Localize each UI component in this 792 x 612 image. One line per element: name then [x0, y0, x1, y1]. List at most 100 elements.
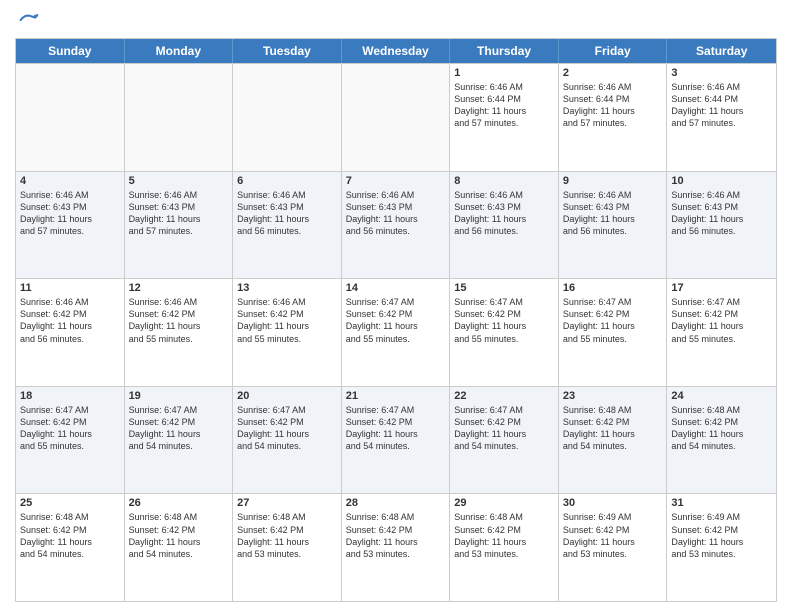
calendar-cell-day-27: 27 Sunrise: 6:48 AM Sunset: 6:42 PM Dayli…: [233, 494, 342, 601]
weekday-header-thursday: Thursday: [450, 39, 559, 63]
calendar-cell-day-22: 22 Sunrise: 6:47 AM Sunset: 6:42 PM Dayli…: [450, 387, 559, 494]
calendar-cell-day-9: 9Sunrise: 6:46 AM Sunset: 6:43 PM Daylig…: [559, 172, 668, 279]
day-number: 14: [346, 282, 446, 294]
cell-info: Sunrise: 6:46 AM Sunset: 6:42 PM Dayligh…: [129, 296, 229, 345]
cell-info: Sunrise: 6:47 AM Sunset: 6:42 PM Dayligh…: [237, 404, 337, 453]
calendar-cell-day-21: 21Sunrise: 6:47 AM Sunset: 6:42 PM Dayli…: [342, 387, 451, 494]
day-number: 11: [20, 282, 120, 294]
day-number: 8: [454, 175, 554, 187]
day-number: 4: [20, 175, 120, 187]
calendar-cell-day-19: 19Sunrise: 6:47 AM Sunset: 6:42 PM Dayli…: [125, 387, 234, 494]
day-number: 29: [454, 497, 554, 509]
calendar-cell-day-30: 30Sunrise: 6:49 AM Sunset: 6:42 PM Dayli…: [559, 494, 668, 601]
calendar-row: 18 Sunrise: 6:47 AM Sunset: 6:42 PM Dayli…: [16, 386, 776, 494]
calendar-cell-day-14: 14 Sunrise: 6:47 AM Sunset: 6:42 PM Dayli…: [342, 279, 451, 386]
day-number: 28: [346, 497, 446, 509]
day-number: 21: [346, 390, 446, 402]
cell-info: Sunrise: 6:47 AM Sunset: 6:42 PM Dayligh…: [454, 404, 554, 453]
logo-icon: [19, 10, 39, 30]
calendar-cell-day-25: 25 Sunrise: 6:48 AM Sunset: 6:42 PM Dayli…: [16, 494, 125, 601]
cell-info: Sunrise: 6:47 AM Sunset: 6:42 PM Dayligh…: [346, 296, 446, 345]
calendar-row: 1 Sunrise: 6:46 AM Sunset: 6:44 PM Daylig…: [16, 63, 776, 171]
cell-info: Sunrise: 6:46 AM Sunset: 6:43 PM Dayligh…: [20, 189, 120, 238]
cell-info: Sunrise: 6:46 AM Sunset: 6:43 PM Dayligh…: [563, 189, 663, 238]
day-number: 6: [237, 175, 337, 187]
cell-info: Sunrise: 6:46 AM Sunset: 6:44 PM Dayligh…: [671, 81, 772, 130]
logo: [15, 10, 41, 30]
calendar-row: 4 Sunrise: 6:46 AM Sunset: 6:43 PM Daylig…: [16, 171, 776, 279]
cell-info: Sunrise: 6:47 AM Sunset: 6:42 PM Dayligh…: [20, 404, 120, 453]
weekday-header-friday: Friday: [559, 39, 668, 63]
cell-info: Sunrise: 6:47 AM Sunset: 6:42 PM Dayligh…: [563, 296, 663, 345]
calendar-cell-day-16: 16 Sunrise: 6:47 AM Sunset: 6:42 PM Dayli…: [559, 279, 668, 386]
weekday-header-tuesday: Tuesday: [233, 39, 342, 63]
cell-info: Sunrise: 6:47 AM Sunset: 6:42 PM Dayligh…: [671, 296, 772, 345]
cell-info: Sunrise: 6:48 AM Sunset: 6:42 PM Dayligh…: [454, 511, 554, 560]
calendar-cell-day-10: 10 Sunrise: 6:46 AM Sunset: 6:43 PM Dayli…: [667, 172, 776, 279]
calendar-cell-day-17: 17 Sunrise: 6:47 AM Sunset: 6:42 PM Dayli…: [667, 279, 776, 386]
day-number: 16: [563, 282, 663, 294]
day-number: 18: [20, 390, 120, 402]
weekday-header-sunday: Sunday: [16, 39, 125, 63]
cell-info: Sunrise: 6:46 AM Sunset: 6:42 PM Dayligh…: [20, 296, 120, 345]
calendar-cell-day-31: 31 Sunrise: 6:49 AM Sunset: 6:42 PM Dayli…: [667, 494, 776, 601]
weekday-header-monday: Monday: [125, 39, 234, 63]
weekday-header-wednesday: Wednesday: [342, 39, 451, 63]
calendar-cell-day-5: 5 Sunrise: 6:46 AM Sunset: 6:43 PM Daylig…: [125, 172, 234, 279]
day-number: 3: [671, 67, 772, 79]
cell-info: Sunrise: 6:48 AM Sunset: 6:42 PM Dayligh…: [20, 511, 120, 560]
calendar-cell-day-23: 23Sunrise: 6:48 AM Sunset: 6:42 PM Dayli…: [559, 387, 668, 494]
calendar-cell-empty: [342, 64, 451, 171]
day-number: 2: [563, 67, 663, 79]
cell-info: Sunrise: 6:46 AM Sunset: 6:42 PM Dayligh…: [237, 296, 337, 345]
calendar-cell-day-3: 3 Sunrise: 6:46 AM Sunset: 6:44 PM Daylig…: [667, 64, 776, 171]
calendar-cell-day-4: 4 Sunrise: 6:46 AM Sunset: 6:43 PM Daylig…: [16, 172, 125, 279]
cell-info: Sunrise: 6:47 AM Sunset: 6:42 PM Dayligh…: [129, 404, 229, 453]
day-number: 30: [563, 497, 663, 509]
calendar-row: 11 Sunrise: 6:46 AM Sunset: 6:42 PM Dayli…: [16, 278, 776, 386]
cell-info: Sunrise: 6:48 AM Sunset: 6:42 PM Dayligh…: [563, 404, 663, 453]
cell-info: Sunrise: 6:46 AM Sunset: 6:43 PM Dayligh…: [237, 189, 337, 238]
calendar-cell-day-29: 29 Sunrise: 6:48 AM Sunset: 6:42 PM Dayli…: [450, 494, 559, 601]
day-number: 20: [237, 390, 337, 402]
day-number: 1: [454, 67, 554, 79]
day-number: 26: [129, 497, 229, 509]
calendar-cell-day-24: 24 Sunrise: 6:48 AM Sunset: 6:42 PM Dayli…: [667, 387, 776, 494]
cell-info: Sunrise: 6:46 AM Sunset: 6:43 PM Dayligh…: [671, 189, 772, 238]
calendar-header: SundayMondayTuesdayWednesdayThursdayFrid…: [16, 39, 776, 63]
cell-info: Sunrise: 6:48 AM Sunset: 6:42 PM Dayligh…: [671, 404, 772, 453]
day-number: 5: [129, 175, 229, 187]
calendar-cell-day-6: 6 Sunrise: 6:46 AM Sunset: 6:43 PM Daylig…: [233, 172, 342, 279]
calendar-body: 1 Sunrise: 6:46 AM Sunset: 6:44 PM Daylig…: [16, 63, 776, 601]
page-header: [15, 10, 777, 30]
day-number: 24: [671, 390, 772, 402]
cell-info: Sunrise: 6:47 AM Sunset: 6:42 PM Dayligh…: [454, 296, 554, 345]
day-number: 31: [671, 497, 772, 509]
calendar-cell-day-20: 20 Sunrise: 6:47 AM Sunset: 6:42 PM Dayli…: [233, 387, 342, 494]
day-number: 10: [671, 175, 772, 187]
calendar-cell-day-18: 18 Sunrise: 6:47 AM Sunset: 6:42 PM Dayli…: [16, 387, 125, 494]
calendar-cell-day-13: 13 Sunrise: 6:46 AM Sunset: 6:42 PM Dayli…: [233, 279, 342, 386]
calendar-row: 25 Sunrise: 6:48 AM Sunset: 6:42 PM Dayli…: [16, 493, 776, 601]
weekday-header-saturday: Saturday: [667, 39, 776, 63]
cell-info: Sunrise: 6:48 AM Sunset: 6:42 PM Dayligh…: [346, 511, 446, 560]
day-number: 22: [454, 390, 554, 402]
calendar-cell-day-7: 7 Sunrise: 6:46 AM Sunset: 6:43 PM Daylig…: [342, 172, 451, 279]
calendar-cell-day-2: 2Sunrise: 6:46 AM Sunset: 6:44 PM Daylig…: [559, 64, 668, 171]
calendar-cell-day-12: 12Sunrise: 6:46 AM Sunset: 6:42 PM Dayli…: [125, 279, 234, 386]
calendar-cell-empty: [233, 64, 342, 171]
cell-info: Sunrise: 6:48 AM Sunset: 6:42 PM Dayligh…: [129, 511, 229, 560]
day-number: 27: [237, 497, 337, 509]
calendar-cell-day-28: 28 Sunrise: 6:48 AM Sunset: 6:42 PM Dayli…: [342, 494, 451, 601]
calendar-cell-day-15: 15Sunrise: 6:47 AM Sunset: 6:42 PM Dayli…: [450, 279, 559, 386]
cell-info: Sunrise: 6:49 AM Sunset: 6:42 PM Dayligh…: [671, 511, 772, 560]
calendar-cell-empty: [16, 64, 125, 171]
calendar-cell-empty: [125, 64, 234, 171]
day-number: 25: [20, 497, 120, 509]
day-number: 7: [346, 175, 446, 187]
cell-info: Sunrise: 6:48 AM Sunset: 6:42 PM Dayligh…: [237, 511, 337, 560]
cell-info: Sunrise: 6:46 AM Sunset: 6:43 PM Dayligh…: [346, 189, 446, 238]
day-number: 13: [237, 282, 337, 294]
cell-info: Sunrise: 6:46 AM Sunset: 6:43 PM Dayligh…: [129, 189, 229, 238]
day-number: 17: [671, 282, 772, 294]
